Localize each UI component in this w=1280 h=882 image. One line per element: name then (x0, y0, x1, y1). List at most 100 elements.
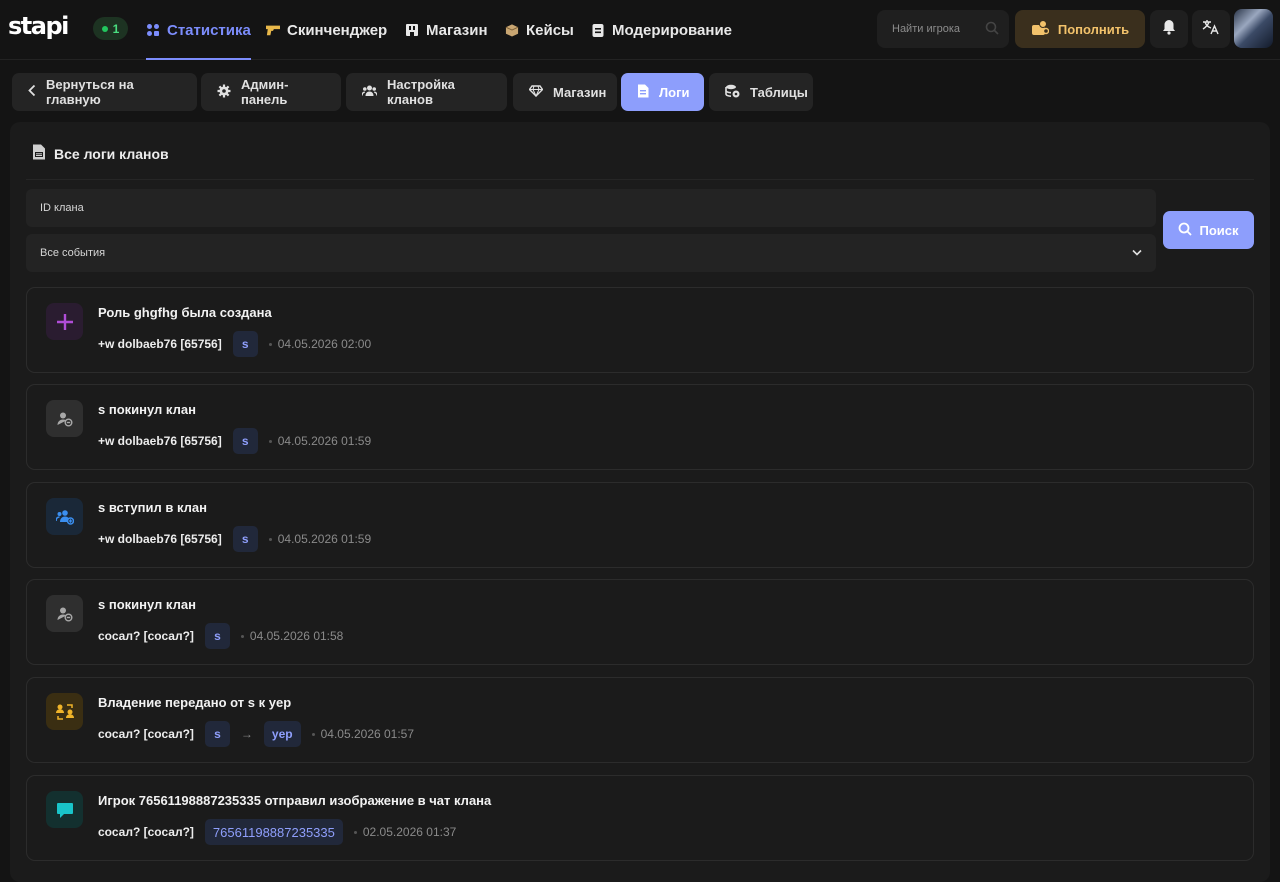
online-counter: 1 (93, 17, 128, 40)
user-leave-icon (46, 400, 83, 437)
log-title: Владение передано от s к yep (98, 695, 292, 710)
log-actor[interactable]: сосал? [сосал?] (98, 629, 194, 643)
subtab-label: Вернуться на главную (46, 77, 134, 107)
wallet-coins-icon (1031, 19, 1050, 39)
search-button[interactable]: Поиск (1163, 211, 1254, 249)
event-type-select[interactable]: Все события (26, 234, 1156, 272)
player-chip[interactable]: s (204, 623, 230, 649)
player-chip[interactable]: s (204, 721, 230, 747)
search-icon (1178, 222, 1193, 239)
log-title: s покинул клан (98, 597, 196, 612)
back-to-main-tab[interactable]: Вернуться на главную (12, 73, 197, 111)
subtab-label: Таблицы (750, 84, 808, 100)
diamond-icon (528, 84, 544, 100)
subtab-label: Настройка кланов (387, 77, 455, 107)
subtab-label: Админ-панель (241, 77, 289, 107)
log-timestamp: 02.05.2026 01:37 (354, 825, 456, 839)
log-entry: s вступил в клан +w dolbaeb76 [65756] s … (26, 482, 1254, 568)
clan-settings-tab[interactable]: Настройка кланов (346, 73, 507, 111)
search-placeholder: Найти игрока (892, 23, 961, 35)
online-dot-icon (101, 25, 108, 32)
player-chip[interactable]: s (232, 331, 258, 357)
document-icon (32, 144, 46, 163)
arrow-right-icon: → (240, 727, 253, 741)
player-chip[interactable]: s (232, 526, 258, 552)
box-icon (505, 23, 519, 37)
plus-icon (46, 303, 83, 340)
user-avatar[interactable] (1234, 9, 1273, 48)
log-title: s покинул клан (98, 402, 196, 417)
logs-tab[interactable]: Логи (621, 73, 704, 111)
event-type-value: Все события (40, 247, 106, 259)
grid-dots-icon (146, 23, 160, 37)
log-meta: +w dolbaeb76 [65756] s 04.05.2026 01:59 (98, 526, 371, 552)
log-meta: +w dolbaeb76 [65756] s 04.05.2026 02:00 (98, 331, 371, 357)
nav-item-cases[interactable]: Кейсы (505, 0, 574, 60)
topup-button[interactable]: Пополнить (1015, 10, 1145, 48)
search-button-label: Поиск (1199, 222, 1239, 238)
user-join-icon (46, 498, 83, 535)
log-entry: s покинул клан +w dolbaeb76 [65756] s 04… (26, 384, 1254, 470)
nav-item-statistics[interactable]: Статистика (146, 0, 251, 60)
transfer-icon (46, 693, 83, 730)
translate-icon (1202, 19, 1220, 40)
clan-id-field[interactable]: ID клана (26, 189, 1156, 227)
log-meta: +w dolbaeb76 [65756] s 04.05.2026 01:59 (98, 428, 371, 454)
log-meta: сосал? [сосал?] s 04.05.2026 01:58 (98, 623, 343, 649)
log-title: Роль ghgfhg была создана (98, 305, 272, 320)
tables-tab[interactable]: Таблицы (709, 73, 813, 111)
log-actor[interactable]: +w dolbaeb76 [65756] (98, 337, 222, 351)
log-actor[interactable]: +w dolbaeb76 [65756] (98, 532, 222, 546)
chevron-down-icon (1132, 247, 1142, 259)
log-actor[interactable]: +w dolbaeb76 [65756] (98, 434, 222, 448)
clan-logs-panel: Все логи кланов ID клана Все события Пои… (10, 122, 1270, 882)
log-timestamp: 04.05.2026 01:57 (312, 727, 414, 741)
user-leave-icon (46, 595, 83, 632)
shop-tab[interactable]: Магазин (513, 73, 617, 111)
player-chip[interactable]: s (232, 428, 258, 454)
log-entry: Владение передано от s к yep сосал? [сос… (26, 677, 1254, 763)
log-timestamp: 04.05.2026 01:59 (269, 532, 371, 546)
logo[interactable]: stapi (8, 12, 69, 40)
document-icon (637, 84, 649, 101)
page-title: Все логи кланов (32, 144, 169, 163)
subtab-label: Логи (659, 84, 690, 100)
top-navbar: stapi 1 Статистика Скинченджер Магазин К… (0, 0, 1280, 60)
nav-item-label: Магазин (426, 21, 488, 39)
subtab-label: Магазин (553, 84, 607, 100)
clan-id-placeholder: ID клана (40, 202, 84, 214)
topup-label: Пополнить (1057, 21, 1130, 37)
table-icon (725, 84, 740, 101)
clipboard-icon (591, 23, 605, 37)
online-count: 1 (112, 21, 120, 36)
language-button[interactable] (1192, 10, 1230, 48)
log-actor[interactable]: сосал? [сосал?] (98, 727, 194, 741)
gun-icon (266, 23, 280, 37)
users-icon (361, 85, 378, 100)
shop-icon (405, 23, 419, 37)
log-entry: s покинул клан сосал? [сосал?] s 04.05.2… (26, 579, 1254, 665)
log-meta: сосал? [сосал?] 76561198887235335 02.05.… (98, 819, 456, 845)
log-actor[interactable]: сосал? [сосал?] (98, 825, 194, 839)
nav-item-skinchanger[interactable]: Скинченджер (266, 0, 387, 60)
admin-panel-tab[interactable]: Админ-панель (201, 73, 341, 111)
gear-icon (217, 84, 231, 101)
nav-item-label: Модерирование (612, 21, 733, 39)
nav-item-shop[interactable]: Магазин (405, 0, 488, 60)
log-title: Игрок 76561198887235335 отправил изображ… (98, 793, 492, 808)
bell-icon (1162, 19, 1176, 40)
player-chip[interactable]: yep (263, 721, 301, 747)
chat-icon (46, 791, 83, 828)
log-entry: Игрок 76561198887235335 отправил изображ… (26, 775, 1254, 861)
log-timestamp: 04.05.2026 01:59 (269, 434, 371, 448)
player-chip[interactable]: 76561198887235335 (204, 819, 343, 845)
log-timestamp: 04.05.2026 02:00 (269, 337, 371, 351)
divider (26, 179, 1254, 180)
search-icon (985, 21, 999, 38)
chevron-left-icon (28, 84, 36, 100)
nav-item-label: Статистика (167, 21, 251, 39)
nav-item-moderation[interactable]: Модерирование (591, 0, 732, 60)
player-search-input[interactable]: Найти игрока (877, 10, 1009, 48)
notifications-button[interactable] (1150, 10, 1188, 48)
nav-item-label: Скинченджер (287, 21, 388, 39)
